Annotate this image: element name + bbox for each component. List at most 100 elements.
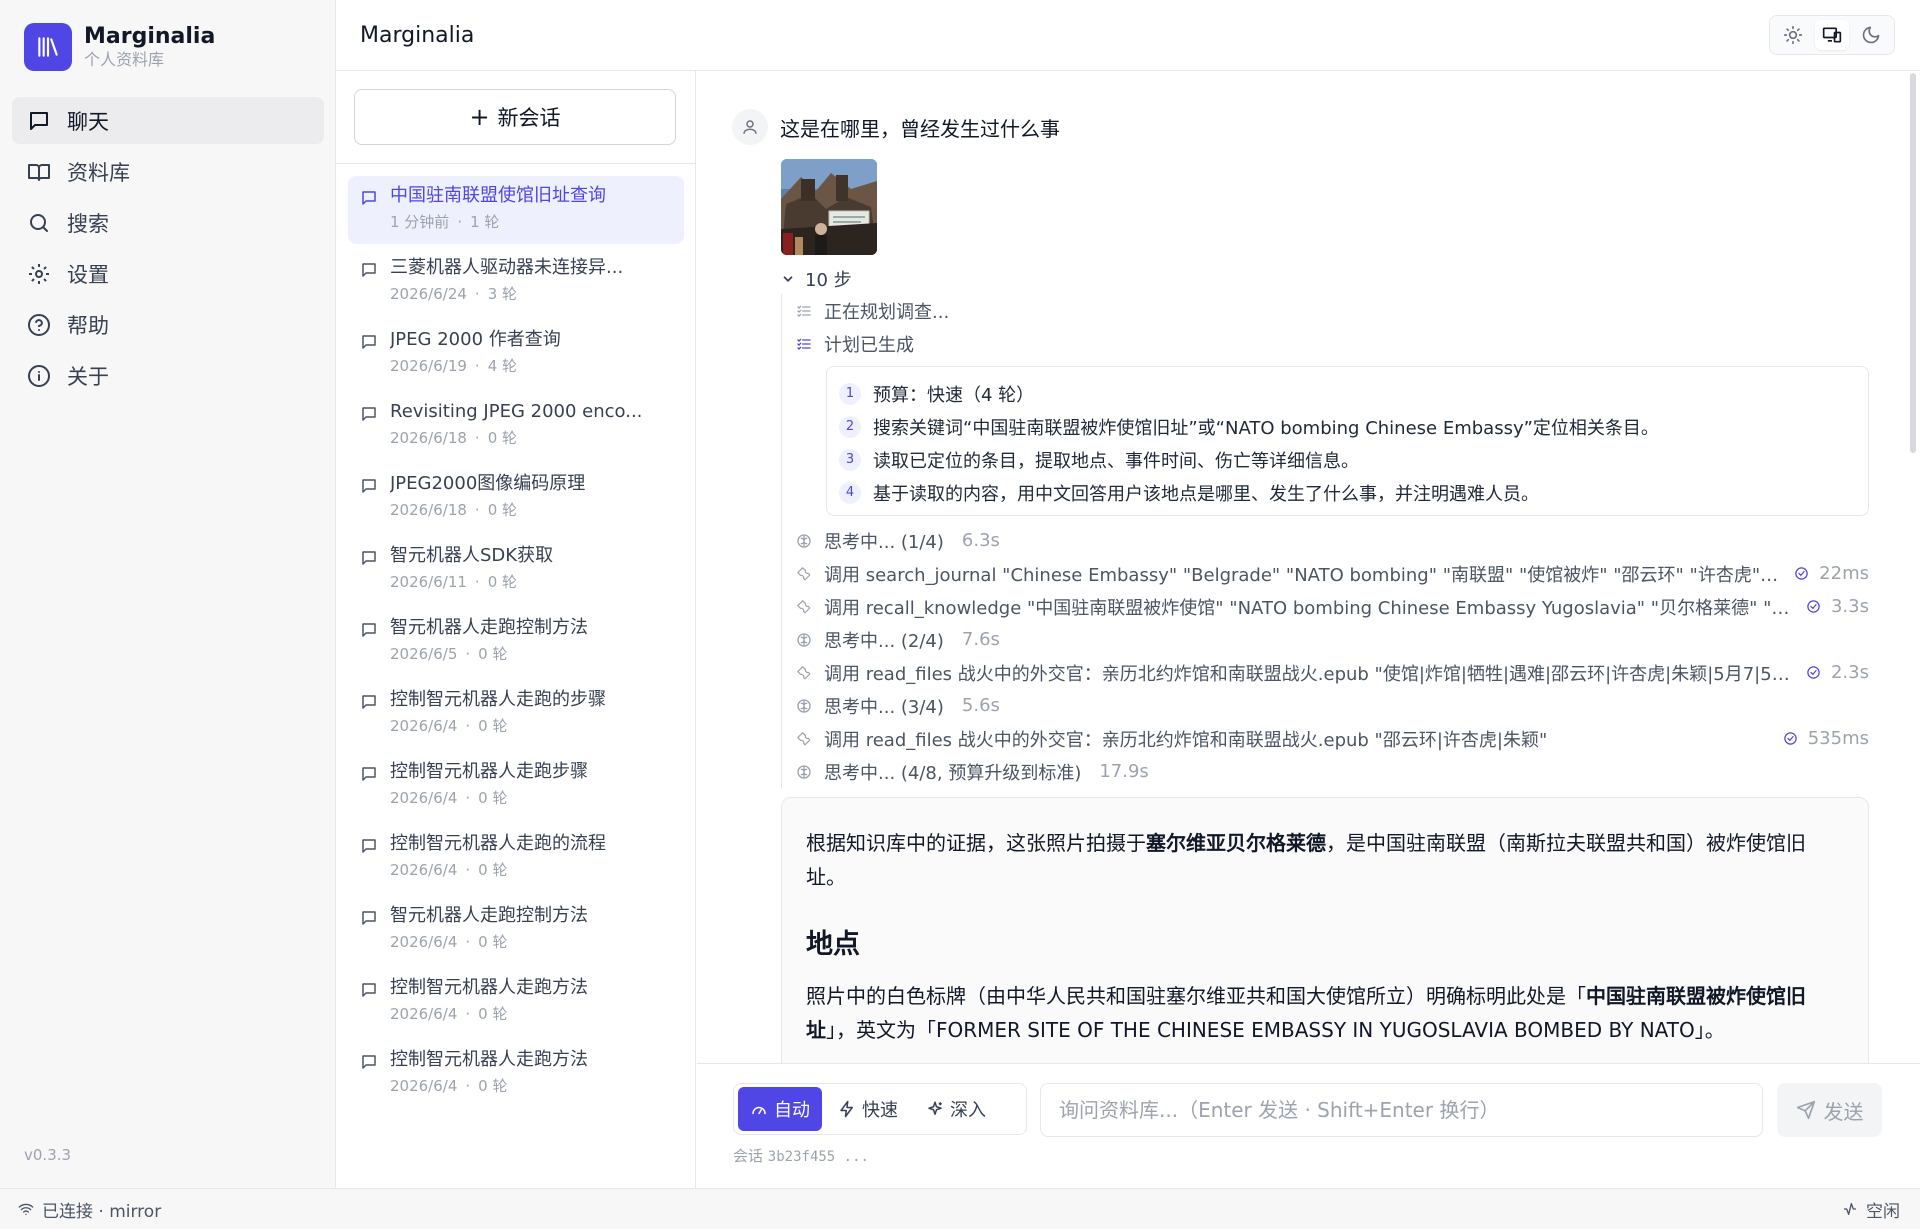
brand: Marginalia 个人资料库 — [24, 23, 215, 71]
step-status: 535ms — [1783, 728, 1869, 749]
sidebar-item-search[interactable]: 搜索 — [12, 199, 324, 246]
answer-heading: 地点 — [806, 929, 860, 960]
session-info: 会话 3b23f455 ... — [733, 1145, 869, 1166]
conversation-turns: 1 轮 — [470, 213, 500, 231]
sidebar-item-label: 资料库 — [67, 160, 130, 185]
conversation-item[interactable]: 控制智元机器人走跑方法 2026/6/4 · 0 轮 — [348, 1040, 684, 1108]
conversation-item[interactable]: 智元机器人SDK获取 2026/6/11 · 0 轮 — [348, 536, 684, 604]
step-tool-call: 调用 search_journal "Chinese Embassy" "Bel… — [796, 557, 1869, 590]
mode-fast-button[interactable]: 快速 — [826, 1087, 910, 1131]
sidebar-item-library[interactable]: 资料库 — [12, 148, 324, 195]
step-status: 3.3s — [1806, 596, 1869, 617]
step-thinking: 思考中... (2/4) 7.6s — [796, 623, 1869, 656]
conversation-title: JPEG 2000 作者查询 — [390, 329, 561, 350]
plan-item-text: 搜索关键词“中国驻南联盟被炸使馆旧址”或“NATO bombing Chines… — [873, 417, 1659, 439]
step-tool-call: 调用 recall_knowledge "中国驻南联盟被炸使馆" "NATO b… — [796, 590, 1869, 623]
step-text: 正在规划调查... — [824, 301, 950, 323]
mode-auto-button[interactable]: 自动 — [738, 1087, 822, 1131]
conversation-body: 智元机器人走跑控制方法 2026/6/5 · 0 轮 — [390, 616, 674, 676]
conversation-date: 2026/6/11 — [390, 573, 467, 591]
chat-thread: 这是在哪里，曾经发生过什么事 10 步 正在规划调查... 计划已生成 1 预算… — [697, 71, 1920, 1063]
step-duration: 17.9s — [1099, 761, 1149, 782]
theme-light-button[interactable] — [1776, 20, 1810, 50]
conversation-body: Revisiting JPEG 2000 enco... 2026/6/18 · 0 … — [390, 400, 674, 460]
theme-system-button[interactable] — [1814, 20, 1849, 50]
chat-bubble-icon — [362, 551, 376, 565]
sidebar-item-chat[interactable]: 聊天 — [12, 97, 324, 144]
conversation-title: Revisiting JPEG 2000 enco... — [390, 401, 643, 422]
conversation-item[interactable]: 三菱机器人驱动器未连接异... 2026/6/24 · 3 轮 — [348, 248, 684, 316]
step-thinking: 思考中... (4/8, 预算升级到标准) 17.9s — [796, 755, 1869, 788]
mode-label: 自动 — [774, 1100, 810, 1121]
step-text: 思考中... (1/4) — [824, 531, 944, 553]
conversation-title: 控制智元机器人走跑方法 — [390, 977, 588, 998]
status-bar: 已连接 · mirror 空闲 — [0, 1188, 1920, 1229]
conversation-item[interactable]: 智元机器人走跑控制方法 2026/6/4 · 0 轮 — [348, 896, 684, 964]
chat-scrollbar[interactable] — [1910, 73, 1916, 453]
conversation-meta: 2026/6/4 · 0 轮 — [390, 1075, 674, 1097]
sparkle-icon — [928, 1101, 942, 1115]
wifi-icon — [18, 1203, 34, 1215]
chat-icon — [30, 111, 48, 130]
sidebar-item-settings[interactable]: 设置 — [12, 250, 324, 297]
separator-dot: · — [474, 501, 480, 519]
app-version: v0.3.3 — [24, 1146, 72, 1164]
conversation-item[interactable]: JPEG2000图像编码原理 2026/6/18 · 0 轮 — [348, 464, 684, 532]
conversation-meta: 2026/6/4 · 0 轮 — [390, 931, 674, 953]
conversation-date: 2026/6/24 — [390, 285, 467, 303]
conversation-turns: 0 轮 — [478, 717, 508, 735]
theme-dark-button[interactable] — [1854, 20, 1888, 50]
conversation-item[interactable]: 控制智元机器人走跑步骤 2026/6/4 · 0 轮 — [348, 752, 684, 820]
step-text: 计划已生成 — [824, 334, 914, 356]
conversation-list: 中国驻南联盟使馆旧址查询 1 分钟前 · 1 轮三菱机器人驱动器未连接异... 2026… — [348, 176, 684, 1112]
user-message-text: 这是在哪里，曾经发生过什么事 — [780, 116, 1060, 141]
conversation-date: 2026/6/4 — [390, 933, 458, 951]
step-duration: 2.3s — [1830, 662, 1869, 683]
app-subtitle: 个人资料库 — [84, 50, 165, 69]
checklist-icon — [797, 338, 811, 350]
check-circle-icon — [1795, 567, 1808, 580]
conversation-turns: 3 轮 — [487, 285, 518, 303]
activity-status: 空闲 — [1842, 1197, 1900, 1222]
brain-icon — [797, 533, 811, 548]
conversation-item[interactable]: Revisiting JPEG 2000 enco... 2026/6/18 · 0 … — [348, 392, 684, 460]
conversation-item[interactable]: 控制智元机器人走跑的流程 2026/6/4 · 0 轮 — [348, 824, 684, 892]
conversation-item[interactable]: 中国驻南联盟使馆旧址查询 1 分钟前 · 1 轮 — [348, 176, 684, 244]
attached-photo-thumbnail[interactable] — [781, 159, 877, 255]
new-conversation-button[interactable]: + 新会话 — [354, 89, 676, 145]
answer-text: 」，英文为「FORMER SITE OF THE CHINESE EMBASSY… — [826, 1018, 1725, 1042]
conversation-item[interactable]: 智元机器人走跑控制方法 2026/6/5 · 0 轮 — [348, 608, 684, 676]
check-circle-icon — [1783, 732, 1797, 745]
page-title: Marginalia — [360, 22, 475, 48]
monitor-icon — [1822, 27, 1842, 43]
conversation-body: 智元机器人SDK获取 2026/6/11 · 0 轮 — [390, 544, 674, 604]
answer-text: 根据知识库中的证据，这张照片拍摄于 — [806, 831, 1146, 855]
chat-input[interactable] — [1040, 1083, 1763, 1137]
book-icon — [28, 163, 50, 181]
step-duration: 22ms — [1819, 563, 1869, 584]
user-message-row: 这是在哪里，曾经发生过什么事 — [732, 109, 1060, 145]
check-circle-icon — [1807, 666, 1820, 679]
sidebar-item-label: 设置 — [67, 262, 109, 287]
wrench-icon — [797, 599, 811, 613]
conversation-item[interactable]: 控制智元机器人走跑方法 2026/6/4 · 0 轮 — [348, 968, 684, 1036]
steps-toggle[interactable]: 10 步 — [781, 266, 852, 292]
chat-bubble-icon — [362, 983, 376, 997]
sidebar-item-help[interactable]: 帮助 — [12, 301, 324, 348]
conversation-body: 控制智元机器人走跑步骤 2026/6/4 · 0 轮 — [390, 760, 674, 820]
plan-item-text: 基于读取的内容，用中文回答用户该地点是哪里、发生了什么事，并注明遇难人员。 — [873, 483, 1539, 505]
conversation-title: 控制智元机器人走跑方法 — [390, 1049, 588, 1070]
help-icon — [28, 313, 50, 336]
conversation-item[interactable]: 控制智元机器人走跑的步骤 2026/6/4 · 0 轮 — [348, 680, 684, 748]
conversation-turns: 0 轮 — [487, 429, 518, 447]
conversation-title: 三菱机器人驱动器未连接异... — [390, 257, 624, 278]
send-button[interactable]: 发送 — [1777, 1083, 1882, 1137]
info-icon — [28, 364, 50, 387]
send-label: 发送 — [1823, 1099, 1864, 1124]
brain-icon — [797, 764, 811, 779]
mode-deep-button[interactable]: 深入 — [914, 1087, 998, 1131]
conversation-item[interactable]: JPEG 2000 作者查询 2026/6/19 · 4 轮 — [348, 320, 684, 388]
conversation-title: 智元机器人走跑控制方法 — [390, 905, 588, 926]
sidebar-item-about[interactable]: 关于 — [12, 352, 324, 399]
step-list: 思考中... (1/4) 6.3s 调用 search_journal "Chine… — [796, 524, 1869, 788]
